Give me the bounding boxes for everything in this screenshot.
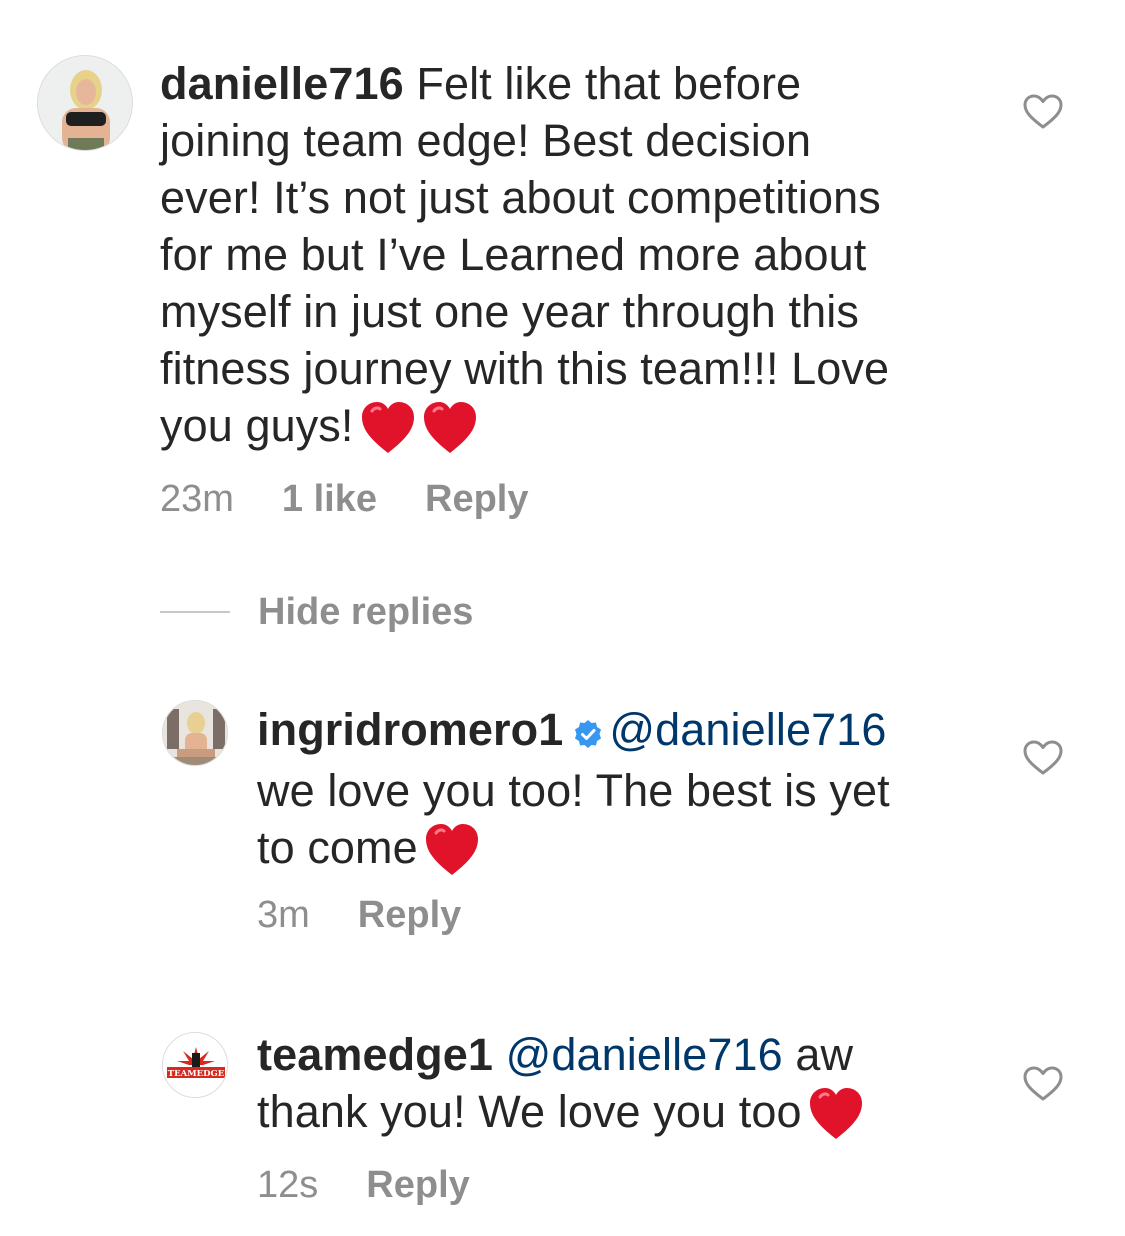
divider: [160, 611, 230, 613]
comment-line: joining team edge! Best decision: [160, 115, 812, 166]
hide-replies-button[interactable]: Hide replies: [160, 588, 473, 636]
comment-text: danielle716 Felt like that before joinin…: [160, 55, 980, 468]
username[interactable]: ingridromero1: [257, 704, 563, 755]
reply-text: teamedge1 @danielle716 aw thank you! We …: [257, 1026, 977, 1154]
teamedge-logo-text: TEAMEDGE: [168, 1069, 225, 1079]
mention-link[interactable]: @danielle716: [506, 1029, 783, 1080]
reply-line: to come: [257, 822, 418, 873]
reply-text: ingridromero1 @danielle716 we love you to…: [257, 701, 977, 890]
red-heart-emoji-icon: [360, 401, 416, 468]
red-heart-emoji-icon: [424, 823, 480, 890]
reply-line: we love you too! The best is yet: [257, 765, 890, 816]
heart-icon[interactable]: [1023, 740, 1063, 776]
reply-line: thank you! We love you too: [257, 1086, 802, 1137]
reply-ingridromero1: ingridromero1 @danielle716 we love you to…: [0, 680, 1125, 960]
timestamp: 12s: [257, 1164, 319, 1206]
comment-line: for me but I’ve Learned more about: [160, 229, 867, 280]
heart-icon[interactable]: [1023, 1066, 1063, 1102]
reply-line: aw: [795, 1029, 854, 1080]
reply-button[interactable]: Reply: [366, 1164, 469, 1206]
timestamp: 23m: [160, 478, 234, 520]
avatar[interactable]: [162, 700, 228, 766]
red-heart-emoji-icon: [808, 1087, 864, 1154]
avatar[interactable]: TEAMEDGE: [162, 1032, 228, 1098]
comment-line: myself in just one year through this: [160, 286, 859, 337]
reply-button[interactable]: Reply: [425, 478, 528, 520]
verified-badge-icon: [573, 705, 603, 762]
comment-line: you guys!: [160, 400, 354, 451]
reply-meta: 12s Reply: [257, 1164, 518, 1207]
comment-line: ever! It’s not just about competitions: [160, 172, 881, 223]
username[interactable]: danielle716: [160, 58, 404, 109]
reply-meta: 3m Reply: [257, 894, 509, 937]
comment-danielle716: danielle716 Felt like that before joinin…: [0, 0, 1125, 540]
comment-line: fitness journey with this team!!! Love: [160, 343, 890, 394]
reply-teamedge1: TEAMEDGE teamedge1 @danielle716 aw thank…: [0, 1010, 1125, 1236]
red-heart-emoji-icon: [422, 401, 478, 468]
timestamp: 3m: [257, 894, 310, 936]
comment-meta: 23m 1 like Reply: [160, 478, 576, 521]
heart-icon[interactable]: [1023, 94, 1063, 130]
hide-replies-label[interactable]: Hide replies: [258, 591, 473, 634]
comment-line: Felt like that before: [416, 58, 802, 109]
mention-link[interactable]: @danielle716: [609, 704, 886, 755]
like-count[interactable]: 1 like: [282, 478, 377, 520]
username[interactable]: teamedge1: [257, 1029, 493, 1080]
reply-button[interactable]: Reply: [358, 894, 461, 936]
avatar[interactable]: [37, 55, 133, 151]
